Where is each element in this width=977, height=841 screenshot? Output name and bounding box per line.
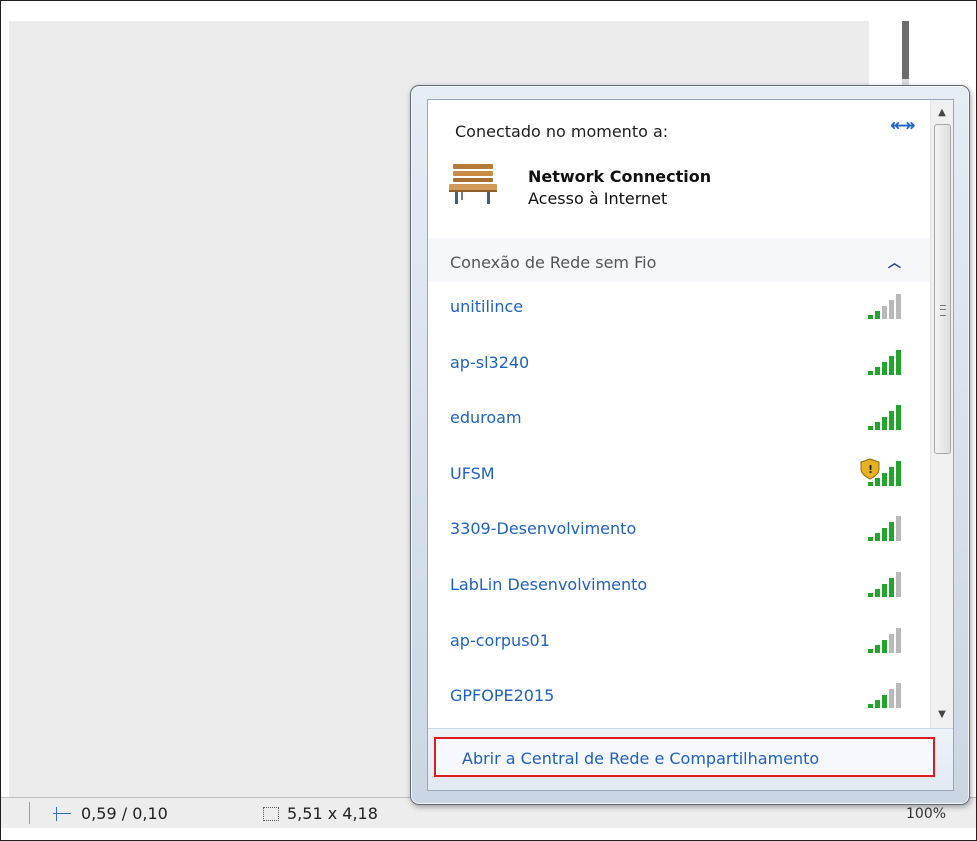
signal-bar — [889, 466, 894, 486]
signal-bar — [896, 294, 901, 319]
signal-bar — [882, 417, 887, 431]
signal-bar — [889, 300, 894, 319]
signal-bar — [875, 477, 880, 486]
signal-bar — [868, 481, 873, 486]
wireless-section-title: Conexão de Rede sem Fio — [450, 253, 657, 272]
signal-bar — [896, 349, 901, 375]
signal-bar — [896, 627, 901, 653]
object-size-icon — [263, 806, 279, 821]
flyout-footer: Abrir a Central de Rede e Compartilhamen… — [428, 728, 953, 790]
signal-bar — [882, 306, 887, 319]
signal-strength-icon — [868, 627, 901, 653]
chevron-up-icon[interactable]: ︿ — [888, 252, 901, 271]
signal-bar — [868, 704, 873, 709]
signal-bar — [875, 366, 880, 375]
zoom-value[interactable]: 100% — [906, 806, 946, 822]
signal-bar — [896, 571, 901, 597]
wireless-section-header[interactable]: Conexão de Rede sem Fio ︿ — [428, 238, 931, 282]
connected-label: Conectado no momento a: — [455, 122, 669, 141]
network-name: GPFOPE2015 — [450, 686, 555, 706]
network-item[interactable]: ap-corpus01 — [428, 620, 931, 676]
network-list-content: Conectado no momento a: ↞↠ Network Conne… — [428, 100, 931, 728]
signal-bar — [896, 405, 901, 431]
flyout-scrollbar[interactable]: ▲ ▼ — [930, 100, 953, 728]
signal-bar — [896, 516, 901, 542]
network-item[interactable]: UFSM! — [428, 453, 931, 509]
app-window: 0,59 / 0,10 5,51 x 4,18 100% Conectado n… — [0, 0, 977, 841]
current-connection-section: Conectado no momento a: ↞↠ Network Conne… — [428, 100, 931, 239]
network-item[interactable]: GPFOPE2015 — [428, 675, 931, 731]
network-item[interactable]: eduroam — [428, 397, 931, 453]
shield-warning-mark: ! — [868, 463, 873, 476]
bench-network-icon — [449, 164, 497, 204]
position-indicator: 0,59 / 0,10 — [53, 804, 168, 823]
signal-bar — [889, 633, 894, 653]
size-value: 5,51 x 4,18 — [287, 804, 378, 823]
signal-shield-icon: ! — [860, 458, 901, 486]
signal-bar — [875, 588, 880, 597]
signal-bar — [875, 533, 880, 542]
signal-bar — [875, 644, 880, 653]
signal-bar — [889, 522, 894, 542]
scroll-grip-icon — [940, 305, 946, 316]
signal-bar — [882, 583, 887, 597]
signal-strength-icon — [868, 294, 901, 319]
network-item[interactable]: 3309-Desenvolvimento — [428, 508, 931, 564]
signal-bar — [875, 700, 880, 709]
status-separator — [29, 802, 30, 824]
signal-strength-icon — [868, 349, 901, 375]
size-indicator: 5,51 x 4,18 — [263, 804, 378, 823]
scroll-down-icon[interactable]: ▼ — [931, 704, 953, 726]
signal-bar — [889, 411, 894, 431]
signal-strength-icon — [868, 516, 901, 542]
signal-bar — [875, 422, 880, 431]
signal-bar — [868, 592, 873, 597]
network-name: UFSM — [450, 463, 495, 483]
position-icon — [53, 806, 73, 821]
signal-bar — [889, 689, 894, 709]
signal-bar — [882, 472, 887, 486]
network-name: LabLin Desenvolvimento — [450, 574, 648, 594]
scroll-thumb[interactable] — [934, 124, 951, 454]
signal-bar — [882, 639, 887, 653]
network-name: 3309-Desenvolvimento — [450, 519, 637, 539]
network-list-panel: Conectado no momento a: ↞↠ Network Conne… — [427, 99, 954, 791]
left-edge — [1, 21, 9, 797]
network-flyout: Conectado no momento a: ↞↠ Network Conne… — [410, 85, 970, 805]
signal-bar — [896, 683, 901, 709]
connection-status: Acesso à Internet — [528, 189, 668, 208]
signal-strength-icon — [868, 405, 901, 431]
signal-bar — [868, 370, 873, 375]
signal-bar — [868, 537, 873, 542]
signal-bar — [889, 577, 894, 597]
signal-bar — [882, 361, 887, 375]
position-value: 0,59 / 0,10 — [81, 804, 168, 823]
connection-name: Network Connection — [528, 167, 712, 186]
signal-bar — [868, 315, 873, 319]
network-item[interactable]: ap-sl3240 — [428, 342, 931, 398]
scroll-up-icon[interactable]: ▲ — [931, 102, 953, 124]
signal-bar — [889, 355, 894, 375]
refresh-icon[interactable]: ↞↠ — [890, 116, 916, 136]
open-network-center-link[interactable]: Abrir a Central de Rede e Compartilhamen… — [434, 737, 935, 777]
vertical-scroll-marker — [902, 21, 909, 79]
signal-bar — [882, 695, 887, 709]
network-name: ap-corpus01 — [450, 630, 550, 650]
signal-strength-icon — [868, 683, 901, 709]
signal-bar — [868, 426, 873, 431]
signal-bar — [882, 528, 887, 542]
signal-strength-icon — [868, 571, 901, 597]
network-item[interactable]: LabLin Desenvolvimento — [428, 564, 931, 620]
network-item[interactable]: unitilince — [428, 286, 931, 342]
network-name: eduroam — [450, 408, 522, 428]
network-list: unitilince ap-sl3240 eduroam UFSM! 3309-Dese… — [428, 286, 931, 731]
signal-bar — [875, 311, 880, 319]
network-name: unitilince — [450, 297, 524, 316]
signal-bar — [868, 648, 873, 653]
network-name: ap-sl3240 — [450, 352, 530, 372]
signal-bar — [896, 460, 901, 486]
